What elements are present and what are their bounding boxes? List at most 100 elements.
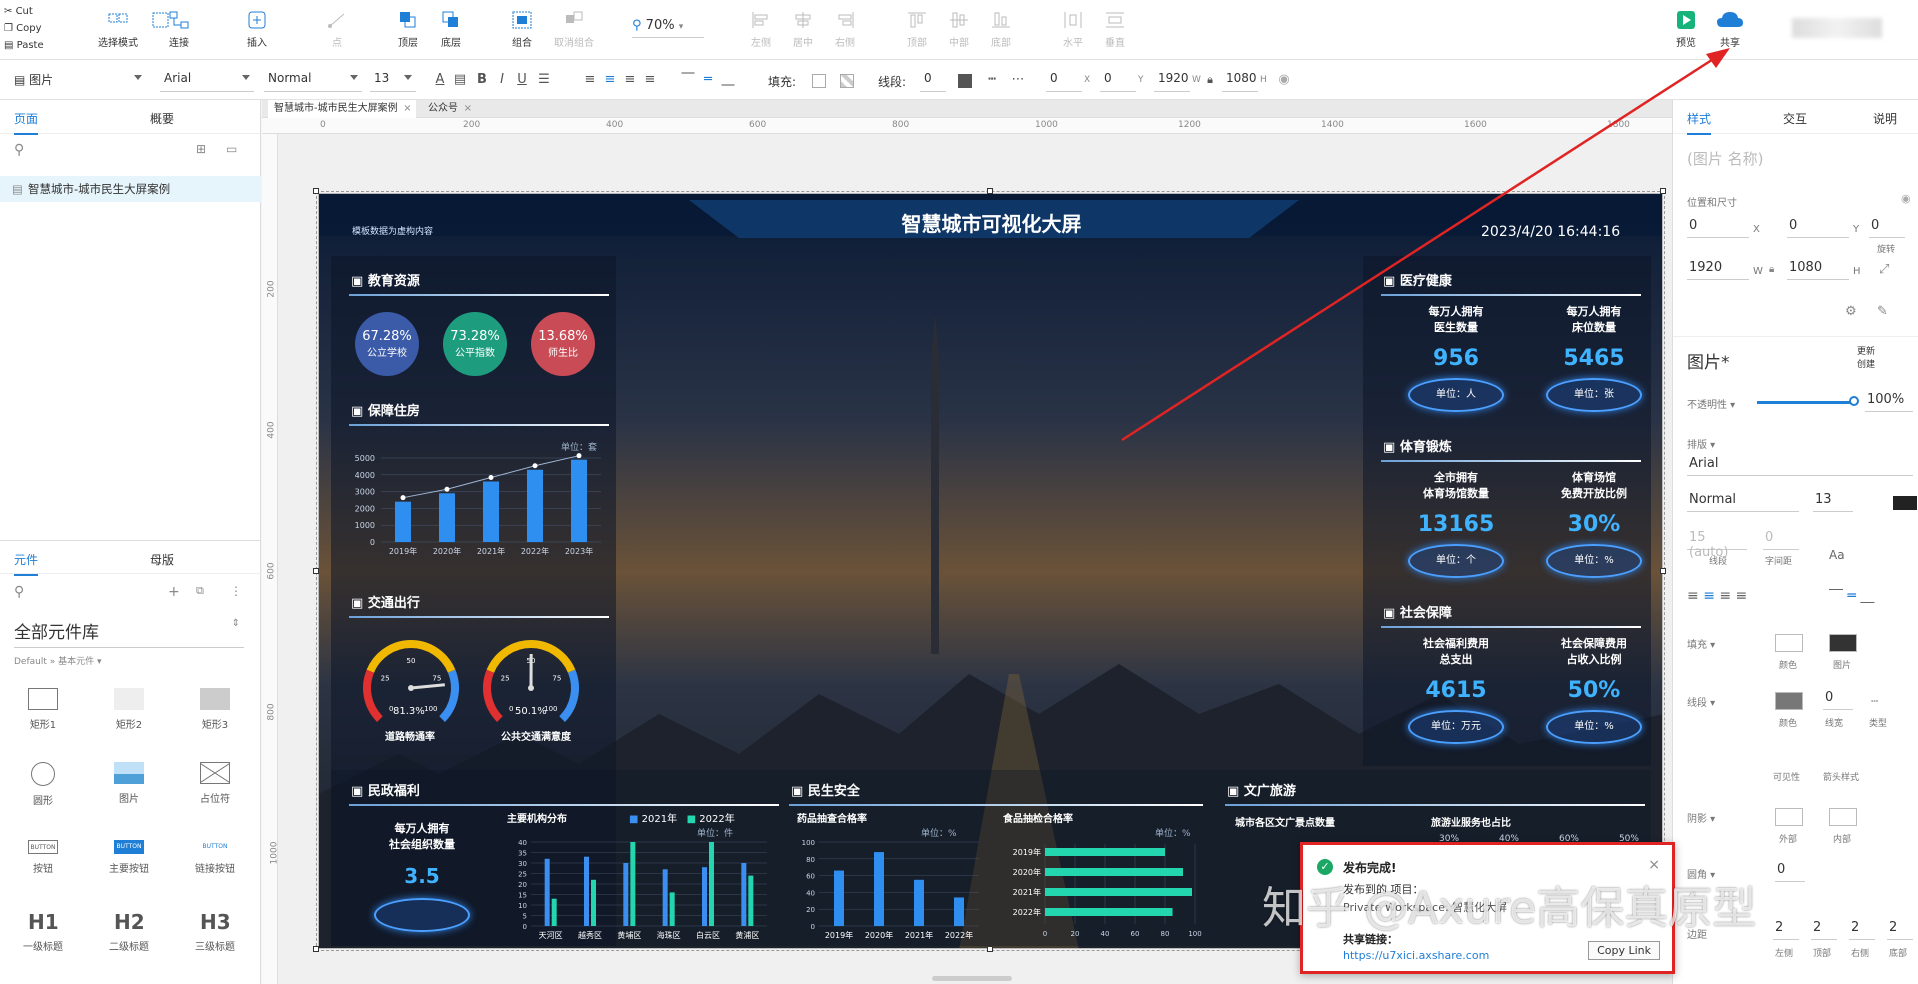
tab-pages[interactable]: 页面 [14, 110, 39, 135]
resize-handle[interactable] [987, 946, 993, 952]
adjust-icon[interactable]: ⚙ [1845, 304, 1857, 319]
fit-size-icon[interactable]: ⤢ [1879, 262, 1889, 277]
share-link[interactable]: https://u7xici.axshare.com [1343, 949, 1489, 962]
widget-h3[interactable]: H3 三级标题 [180, 910, 250, 953]
add-page-icon[interactable]: ⊞ [196, 142, 206, 156]
resize-handle[interactable] [313, 188, 319, 194]
paste-button[interactable]: ▤ Paste [4, 37, 44, 54]
letter-spacing-input[interactable]: 0 [1763, 530, 1799, 550]
tab-interactions[interactable]: 交互 [1783, 110, 1807, 127]
y-input[interactable]: 0 [1100, 68, 1136, 92]
line-height-input[interactable]: 15 (auto) [1687, 530, 1747, 560]
select-mode-button[interactable]: 选择模式 [92, 10, 144, 49]
doc-tab-active[interactable]: 智慧城市-城市民生大屏案例 × [268, 100, 416, 118]
eye-icon[interactable]: ◉ [1901, 192, 1911, 205]
padding-right-input[interactable]: 2 [1849, 920, 1875, 940]
font-size-select[interactable]: 13 [370, 68, 416, 92]
widget-btn3[interactable]: BUTTON 链接按钮 [180, 836, 250, 875]
opacity-slider[interactable] [1757, 401, 1853, 404]
pencil-icon[interactable]: ✎ [1877, 304, 1888, 319]
fill-image-button[interactable] [1829, 634, 1857, 652]
outer-shadow-button[interactable] [1775, 808, 1803, 826]
align-text-right-icon[interactable]: ≡ [622, 72, 638, 88]
align-right-button[interactable]: 右侧 [820, 10, 870, 49]
fill-color-swatch[interactable] [812, 74, 826, 88]
page-list-item[interactable]: ▤ 智慧城市-城市民生大屏案例 [0, 176, 261, 202]
inspector-font-select[interactable]: Arial [1687, 456, 1913, 476]
dashboard-image[interactable]: 智慧城市可视化大屏 模板数据为虚构内容 2023/4/20 16:44:16 ▣… [318, 193, 1663, 949]
visibility-eye-icon[interactable]: ◉ [1276, 72, 1292, 88]
padding-top-input[interactable]: 2 [1811, 920, 1837, 940]
ungroup-button[interactable]: 取消组合 [546, 10, 602, 49]
copy-button[interactable]: ❐ Copy [4, 20, 44, 37]
inspector-x-input[interactable]: 0 [1687, 218, 1749, 238]
widget-name-input[interactable]: (图片 名称) [1687, 148, 1763, 169]
close-icon[interactable]: × [1648, 857, 1660, 873]
valign-top-icon[interactable]: ⎺ [680, 72, 696, 88]
close-tab-icon[interactable]: × [403, 100, 411, 118]
widget-rect3[interactable]: 矩形3 [180, 688, 250, 731]
text-color-swatch[interactable] [1893, 496, 1917, 510]
align-text-left-icon[interactable]: ≡ [582, 72, 598, 88]
send-back-button[interactable]: 底层 [426, 10, 476, 49]
rotation-input[interactable]: 0 [1869, 218, 1905, 238]
widget-h2[interactable]: H2 二级标题 [94, 910, 164, 953]
stroke-color-swatch[interactable] [958, 74, 972, 88]
library-options-icon[interactable]: ⧉ [196, 584, 204, 598]
resize-handle[interactable] [1660, 568, 1666, 574]
library-breadcrumb[interactable]: Default » 基本元件 ▾ [14, 654, 102, 667]
widget-placeholder[interactable]: 占位符 [180, 762, 250, 805]
point-button[interactable]: 点 [312, 10, 362, 49]
tab-notes[interactable]: 说明 [1873, 110, 1897, 127]
insert-button[interactable]: 插入 [232, 10, 282, 49]
align-text-center-icon[interactable]: ≡ [602, 72, 618, 88]
x-input[interactable]: 0 [1046, 68, 1082, 92]
stroke-pattern-icon[interactable]: ⋯ [1010, 72, 1026, 88]
width-input[interactable]: 1920 [1154, 68, 1190, 92]
widget-type-select[interactable]: ▤ 图片 [10, 68, 146, 92]
italic-icon[interactable]: I [494, 72, 510, 88]
tab-masters[interactable]: 母版 [150, 551, 174, 568]
list-icon[interactable]: ☰ [536, 72, 552, 88]
stroke-style-icon[interactable]: ┅ [984, 72, 1000, 88]
inspector-width-input[interactable]: 1920 [1687, 260, 1749, 280]
inner-shadow-button[interactable] [1829, 808, 1857, 826]
widget-rect[interactable]: 矩形1 [8, 688, 78, 731]
resize-handle[interactable] [313, 568, 319, 574]
widget-btn[interactable]: BUTTON 按钮 [8, 836, 78, 875]
inspector-size-select[interactable]: 13 [1813, 492, 1853, 512]
text-valign-icons[interactable]: ⎺ ═ ⎽ [1829, 588, 1874, 604]
cut-button[interactable]: ✂ Cut [4, 3, 44, 20]
radius-input[interactable]: 0 [1775, 862, 1805, 882]
text-color-icon[interactable]: A [432, 72, 448, 88]
valign-middle-icon[interactable]: ═ [700, 72, 716, 88]
tab-style[interactable]: 样式 [1687, 110, 1712, 135]
fill-image-swatch[interactable] [840, 74, 854, 88]
opacity-slider-handle[interactable] [1849, 396, 1859, 406]
inspector-height-input[interactable]: 1080 [1787, 260, 1849, 280]
border-width-input[interactable]: 0 [1823, 690, 1853, 710]
text-align-icons[interactable]: ≡ ≡ ≡ ≡ [1687, 588, 1747, 604]
widget-search-icon[interactable]: ⚲ [14, 584, 24, 600]
font-style-select[interactable]: Normal [264, 68, 362, 92]
text-case-icon[interactable]: Aa [1829, 548, 1845, 562]
zoom-select[interactable]: ⚲ 70% ▾ [632, 18, 704, 38]
padding-left-input[interactable]: 2 [1773, 920, 1799, 940]
widget-btn2[interactable]: BUTTON 主要按钮 [94, 836, 164, 875]
justify-icon[interactable]: ≡ [642, 72, 658, 88]
lock-ratio-icon[interactable]: 🔒︎ [1769, 264, 1774, 275]
connect-button[interactable]: 连接 [154, 10, 204, 49]
resize-handle[interactable] [313, 946, 319, 952]
widget-h1[interactable]: H1 一级标题 [8, 910, 78, 953]
library-select[interactable]: 全部元件库 ⇕ [14, 618, 244, 648]
doc-tab-2[interactable]: 公众号 × [422, 100, 476, 118]
opacity-input[interactable]: 100% [1865, 392, 1913, 412]
widget-image[interactable]: 图片 [94, 762, 164, 805]
page-search-icon[interactable]: ⚲ [14, 142, 24, 158]
stroke-width-input[interactable]: 0 [920, 68, 946, 92]
share-button[interactable]: 共享 [1708, 10, 1752, 49]
add-folder-icon[interactable]: ▭ [226, 142, 237, 156]
align-bottom-button[interactable]: 底部 [976, 10, 1026, 49]
update-style-button[interactable]: 更新 创建 [1857, 344, 1875, 370]
highlight-icon[interactable]: ▤ [452, 72, 468, 88]
